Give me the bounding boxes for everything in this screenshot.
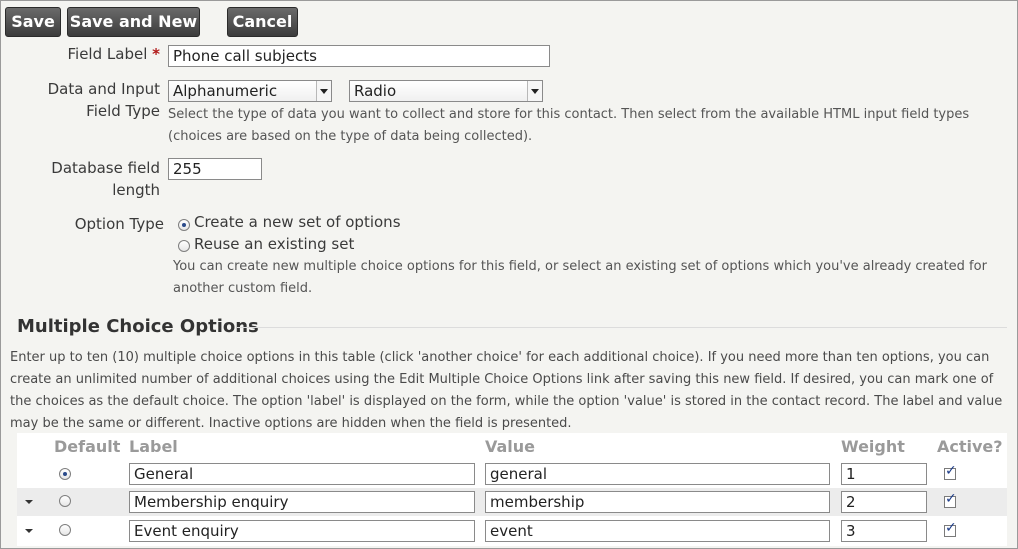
option-new-label[interactable]: Create a new set of options xyxy=(194,212,401,232)
required-mark: * xyxy=(152,45,160,63)
input-type-value: Radio xyxy=(354,82,397,100)
chevron-down-icon xyxy=(527,81,542,101)
option-type-label: Option Type xyxy=(74,215,164,233)
description-line: Enter up to ten (10) multiple choice opt… xyxy=(10,350,990,365)
column-header-label: Label xyxy=(129,437,178,456)
data-type-select[interactable]: Alphanumeric xyxy=(168,80,332,102)
default-radio[interactable] xyxy=(59,495,71,507)
option-type-help-line2: another custom field. xyxy=(173,281,313,296)
description-line: create an unlimited number of additional… xyxy=(10,372,994,387)
column-header-default: Default xyxy=(54,437,121,456)
default-radio[interactable] xyxy=(59,468,71,480)
option-weight-input[interactable]: 1 xyxy=(841,463,927,485)
cancel-button[interactable]: Cancel xyxy=(227,7,298,37)
column-header-value: Value xyxy=(485,437,536,456)
drag-handle-icon[interactable] xyxy=(25,500,33,504)
section-title: Multiple Choice Options xyxy=(17,316,259,337)
db-length-label-line1: Database field xyxy=(51,159,160,177)
section-divider xyxy=(237,327,1007,328)
data-type-label-line1: Data and Input xyxy=(47,80,160,98)
active-checkbox[interactable] xyxy=(944,463,957,480)
option-weight-input[interactable]: 2 xyxy=(841,491,927,513)
option-new-radio[interactable] xyxy=(178,219,190,231)
field-label-input[interactable]: Phone call subjects xyxy=(168,45,550,67)
field-label-text: Field Label xyxy=(67,45,148,63)
drag-handle-icon[interactable] xyxy=(25,529,33,533)
data-type-help-line2: (choices are based on the type of data b… xyxy=(168,129,533,144)
option-label-input[interactable]: General xyxy=(129,463,475,485)
data-type-help-line1: Select the type of data you want to coll… xyxy=(168,107,970,122)
option-type-help-line1: You can create new multiple choice optio… xyxy=(173,259,987,274)
option-reuse-radio[interactable] xyxy=(178,240,190,252)
description-line: the choices as the default choice. The o… xyxy=(10,394,1003,409)
db-length-label-line2: length xyxy=(112,181,160,199)
section-description: Enter up to ten (10) multiple choice opt… xyxy=(10,347,1010,435)
data-type-label-line2: Field Type xyxy=(86,102,160,120)
default-radio[interactable] xyxy=(59,524,71,536)
option-value-input[interactable]: general xyxy=(485,463,830,485)
option-label-input[interactable]: Membership enquiry xyxy=(129,491,475,513)
option-label-input[interactable]: Event enquiry xyxy=(129,520,475,542)
field-label-label: Field Label * xyxy=(68,43,161,65)
active-checkbox[interactable] xyxy=(944,491,957,508)
option-value-input[interactable]: membership xyxy=(485,491,830,513)
option-value-input[interactable]: event xyxy=(485,520,830,542)
description-line: may be the same or different. Inactive o… xyxy=(10,416,572,431)
option-weight-input[interactable]: 3 xyxy=(841,520,927,542)
active-checkbox[interactable] xyxy=(944,520,957,537)
chevron-down-icon xyxy=(316,81,331,101)
column-header-active: Active? xyxy=(937,437,1003,456)
db-length-input[interactable]: 255 xyxy=(168,158,262,180)
option-reuse-label[interactable]: Reuse an existing set xyxy=(194,234,354,254)
save-and-new-button[interactable]: Save and New xyxy=(67,7,200,37)
save-button[interactable]: Save xyxy=(5,7,61,37)
input-type-select[interactable]: Radio xyxy=(349,80,543,102)
column-header-weight: Weight xyxy=(841,437,905,456)
data-type-value: Alphanumeric xyxy=(173,82,278,100)
